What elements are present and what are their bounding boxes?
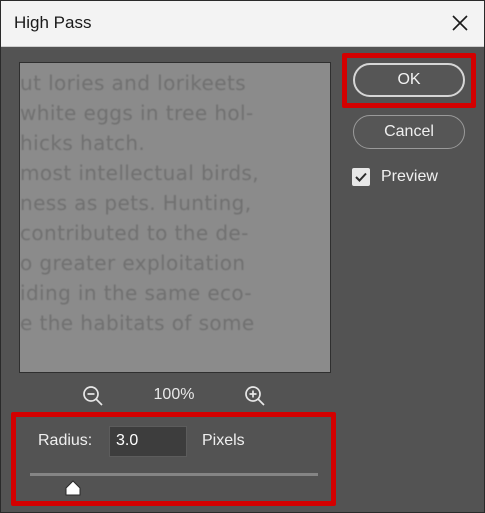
close-icon [452,15,468,31]
preview-text-line: ut lories and lorikeets [20,71,247,95]
title-bar: High Pass [1,1,484,47]
preview-text-line: iding in the same eco- [20,281,253,305]
dialog-title: High Pass [14,13,92,32]
radius-slider-thumb[interactable] [64,480,82,496]
zoom-level: 100% [153,386,195,403]
slider-thumb-icon [65,480,81,496]
preview-text-line: contributed to the de- [20,221,249,245]
radius-units: Pixels [202,432,245,449]
checkmark-icon [355,172,367,182]
high-pass-dialog: High Pass ut lories and lorikeets white e… [0,0,485,513]
preview-checkbox[interactable] [352,168,370,186]
radius-slider-track[interactable] [30,473,318,476]
preview-text-line: ness as pets. Hunting, [20,191,252,215]
preview-text-line: e the habitats of some [20,311,255,335]
radius-input[interactable]: 3.0 [109,426,187,457]
zoom-in-icon [245,386,265,406]
preview-text-line: most intellectual birds, [20,161,260,185]
zoom-controls: 100% [19,382,329,410]
radius-label: Radius: [38,432,93,449]
preview-text-line: hicks hatch. [20,131,146,155]
preview-checkbox-label: Preview [381,168,438,185]
preview-text-line: white eggs in tree hol- [20,101,254,125]
preview-text-line: o greater exploitation [20,251,246,275]
preview-image[interactable]: ut lories and lorikeets white eggs in tre… [19,62,331,373]
close-button[interactable] [444,7,476,39]
ok-button[interactable]: OK [353,63,465,97]
cancel-button[interactable]: Cancel [353,115,465,149]
zoom-in-button[interactable] [243,384,267,408]
